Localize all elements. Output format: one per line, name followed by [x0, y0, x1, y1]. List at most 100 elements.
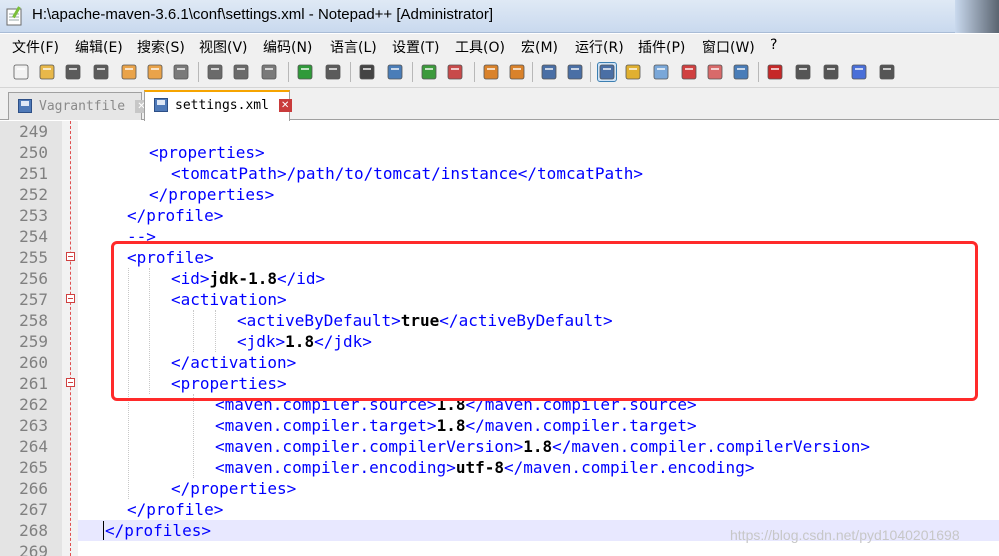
save-macro-icon[interactable] [878, 63, 896, 81]
zoom-out-icon[interactable] [446, 63, 464, 81]
sync-horizontal-icon[interactable] [508, 63, 526, 81]
cut-icon[interactable] [206, 63, 224, 81]
function-list-icon[interactable] [680, 63, 698, 81]
redo-icon[interactable] [324, 63, 342, 81]
code-line[interactable]: 249 [0, 121, 999, 142]
close-icon[interactable] [120, 63, 138, 81]
tab-vagrantfile[interactable]: Vagrantfile ✕ [8, 92, 148, 120]
line-number: 259 [19, 332, 48, 351]
close-tab-icon[interactable]: ✕ [278, 99, 292, 112]
save-icon[interactable] [64, 63, 82, 81]
toolbar-separator [350, 62, 351, 82]
code-line[interactable]: 253 </profile> [0, 205, 999, 226]
code-text: <tomcatPath>/path/to/tomcat/instance</to… [171, 163, 643, 184]
code-text: <maven.compiler.target>1.8</maven.compil… [215, 415, 697, 436]
xml-tag: </profiles> [105, 521, 211, 540]
line-number: 265 [19, 458, 48, 477]
record-macro-icon[interactable] [766, 63, 784, 81]
line-number: 253 [19, 206, 48, 225]
line-number: 251 [19, 164, 48, 183]
fold-toggle-icon[interactable] [66, 252, 75, 261]
code-text: </profiles> [105, 520, 211, 541]
code-line[interactable]: 266 </properties> [0, 478, 999, 499]
editor-area[interactable]: 249 250 <properties> 251 <tomcatPath>/path/t… [0, 121, 999, 556]
xml-tag: <maven.compiler.target> [215, 416, 437, 435]
xml-tag: </maven.compiler.compilerVersion> [552, 437, 871, 456]
line-number: 255 [19, 248, 48, 267]
sync-vertical-icon[interactable] [482, 63, 500, 81]
xml-tag: </properties> [149, 185, 275, 204]
print-icon[interactable] [172, 63, 190, 81]
code-line[interactable]: 250 <properties> [0, 142, 999, 163]
menu-item-3[interactable]: 视图(V) [199, 37, 248, 57]
element-value: utf-8 [455, 458, 504, 477]
save-icon [18, 99, 32, 113]
xml-tag: </maven.compiler.target> [465, 416, 697, 435]
menu-item-0[interactable]: 文件(F) [12, 37, 59, 57]
xml-tag: </profile> [127, 500, 224, 519]
menu-item-5[interactable]: 语言(L) [330, 37, 377, 57]
menu-item-2[interactable]: 搜索(S) [137, 37, 185, 57]
paste-icon[interactable] [260, 63, 278, 81]
code-line[interactable]: 252 </properties> [0, 184, 999, 205]
xml-tag: <maven.compiler.compilerVersion> [215, 437, 524, 456]
code-line[interactable]: 264 <maven.compiler.compilerVersion>1.8</… [0, 436, 999, 457]
play-macro-icon[interactable] [822, 63, 840, 81]
word-wrap-icon[interactable] [540, 63, 558, 81]
line-number: 249 [19, 122, 48, 141]
element-value: 1.8 [523, 437, 553, 456]
tab-settings-xml[interactable]: settings.xml ✕ [144, 90, 292, 121]
menu-item-1[interactable]: 编辑(E) [75, 37, 123, 57]
menu-item-4[interactable]: 编码(N) [263, 37, 312, 57]
menu-item-7[interactable]: 工具(O) [455, 37, 505, 57]
show-all-chars-icon[interactable] [566, 63, 584, 81]
menu-item-9[interactable]: 运行(R) [575, 37, 624, 57]
menu-item-6[interactable]: 设置(T) [392, 37, 439, 57]
line-number: 264 [19, 437, 48, 456]
menu-item-11[interactable]: 窗口(W) [702, 37, 755, 57]
notepad-app-icon[interactable] [6, 6, 24, 26]
line-number: 268 [19, 521, 48, 540]
run-macro-multiple-icon[interactable] [850, 63, 868, 81]
code-line[interactable]: 263 <maven.compiler.target>1.8</maven.com… [0, 415, 999, 436]
open-file-icon[interactable] [38, 63, 56, 81]
line-number: 257 [19, 290, 48, 309]
xml-tag: </maven.compiler.encoding> [504, 458, 755, 477]
replace-icon[interactable] [386, 63, 404, 81]
toolbar-separator [532, 62, 533, 82]
menu-item-8[interactable]: 宏(M) [521, 37, 558, 57]
user-language-icon[interactable] [624, 63, 642, 81]
save-all-icon[interactable] [92, 63, 110, 81]
monitoring-icon[interactable] [732, 63, 750, 81]
line-number: 262 [19, 395, 48, 414]
menu-item-12[interactable]: ? [770, 37, 777, 53]
menu-item-10[interactable]: 插件(P) [638, 37, 685, 57]
indent-guide [193, 394, 194, 478]
fold-toggle-icon[interactable] [66, 294, 75, 303]
code-line[interactable]: 265 <maven.compiler.encoding>utf-8</maven… [0, 457, 999, 478]
line-number: 267 [19, 500, 48, 519]
code-line[interactable]: 269 [0, 541, 999, 556]
code-line[interactable]: 267 </profile> [0, 499, 999, 520]
code-text: <maven.compiler.encoding>utf-8</maven.co… [215, 457, 754, 478]
find-icon[interactable] [358, 63, 376, 81]
indent-guide-icon[interactable] [597, 62, 617, 82]
zoom-in-icon[interactable] [420, 63, 438, 81]
folder-workspace-icon[interactable] [706, 63, 724, 81]
line-number: 260 [19, 353, 48, 372]
xml-tag: <properties> [149, 143, 265, 162]
tab-bar: Vagrantfile ✕ settings.xml ✕ [0, 88, 999, 121]
watermark: https://blog.csdn.net/pyd1040201698 [730, 527, 960, 543]
line-number: 258 [19, 311, 48, 330]
new-file-icon[interactable] [12, 63, 30, 81]
toolbar [0, 58, 999, 88]
undo-icon[interactable] [296, 63, 314, 81]
copy-icon[interactable] [232, 63, 250, 81]
doc-map-icon[interactable] [652, 63, 670, 81]
fold-toggle-icon[interactable] [66, 378, 75, 387]
code-line[interactable]: 251 <tomcatPath>/path/to/tomcat/instance<… [0, 163, 999, 184]
stop-macro-icon[interactable] [794, 63, 812, 81]
xml-tag: <tomcatPath>/path/to/tomcat/instance</to… [171, 164, 644, 183]
close-all-icon[interactable] [146, 63, 164, 81]
window-controls-area[interactable] [955, 0, 999, 33]
